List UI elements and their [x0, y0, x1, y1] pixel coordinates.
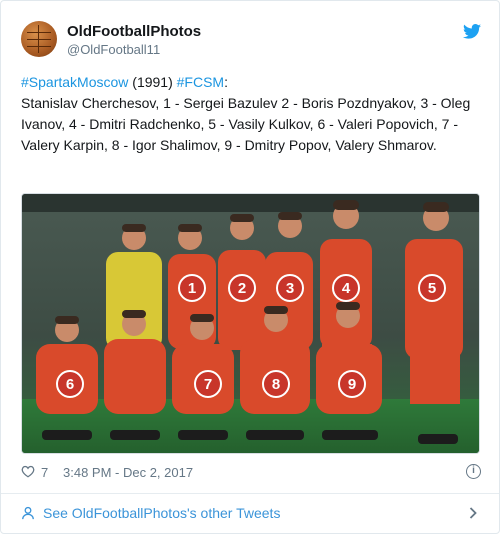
tweet-text: #SpartakMoscow (1991) #FCSM: Stanislav C… — [21, 72, 479, 156]
hashtag-spartakmoscow[interactable]: #SpartakMoscow — [21, 74, 128, 90]
twitter-bird-icon[interactable] — [463, 24, 481, 39]
tweet-meta: 7 3:48 PM - Dec 2, 2017 i — [21, 463, 481, 483]
badge-label: 1 — [188, 280, 196, 297]
avatar[interactable] — [21, 21, 57, 57]
tweet-year: (1991) — [128, 74, 177, 90]
other-tweets-link[interactable]: See OldFootballPhotos's other Tweets — [43, 505, 280, 521]
badge-label: 6 — [66, 376, 74, 393]
hashtag-fcsm[interactable]: #FCSM — [177, 74, 224, 90]
tweet-header: OldFootballPhotos @OldFootball11 — [21, 21, 481, 61]
badge-label: 4 — [342, 280, 351, 297]
badge-label: 2 — [238, 280, 246, 297]
handle[interactable]: @OldFootball11 — [67, 42, 160, 57]
team-photo[interactable]: 1 2 3 4 5 6 7 8 9 — [21, 193, 480, 454]
person-icon — [22, 506, 34, 520]
like-count[interactable]: 7 — [41, 465, 48, 480]
footer: See OldFootballPhotos's other Tweets — [21, 504, 481, 524]
tweet-colon: : — [224, 74, 228, 90]
chevron-right-icon[interactable] — [469, 507, 477, 519]
badge-label: 7 — [204, 376, 212, 393]
info-icon[interactable]: i — [466, 464, 481, 479]
display-name[interactable]: OldFootballPhotos — [67, 23, 201, 40]
badge-label: 8 — [272, 376, 280, 393]
tweet-body: Stanislav Cherchesov, 1 - Sergei Bazulev… — [21, 95, 471, 153]
badge-label: 5 — [428, 280, 436, 297]
badge-label: 9 — [348, 376, 356, 393]
team-photo-image: 1 2 3 4 5 6 7 8 9 — [22, 194, 479, 453]
badge-label: 3 — [286, 280, 294, 297]
heart-icon[interactable] — [21, 465, 35, 478]
divider — [1, 493, 499, 494]
timestamp[interactable]: 3:48 PM - Dec 2, 2017 — [63, 465, 193, 480]
tweet-card: OldFootballPhotos @OldFootball11 #Sparta… — [0, 0, 500, 534]
